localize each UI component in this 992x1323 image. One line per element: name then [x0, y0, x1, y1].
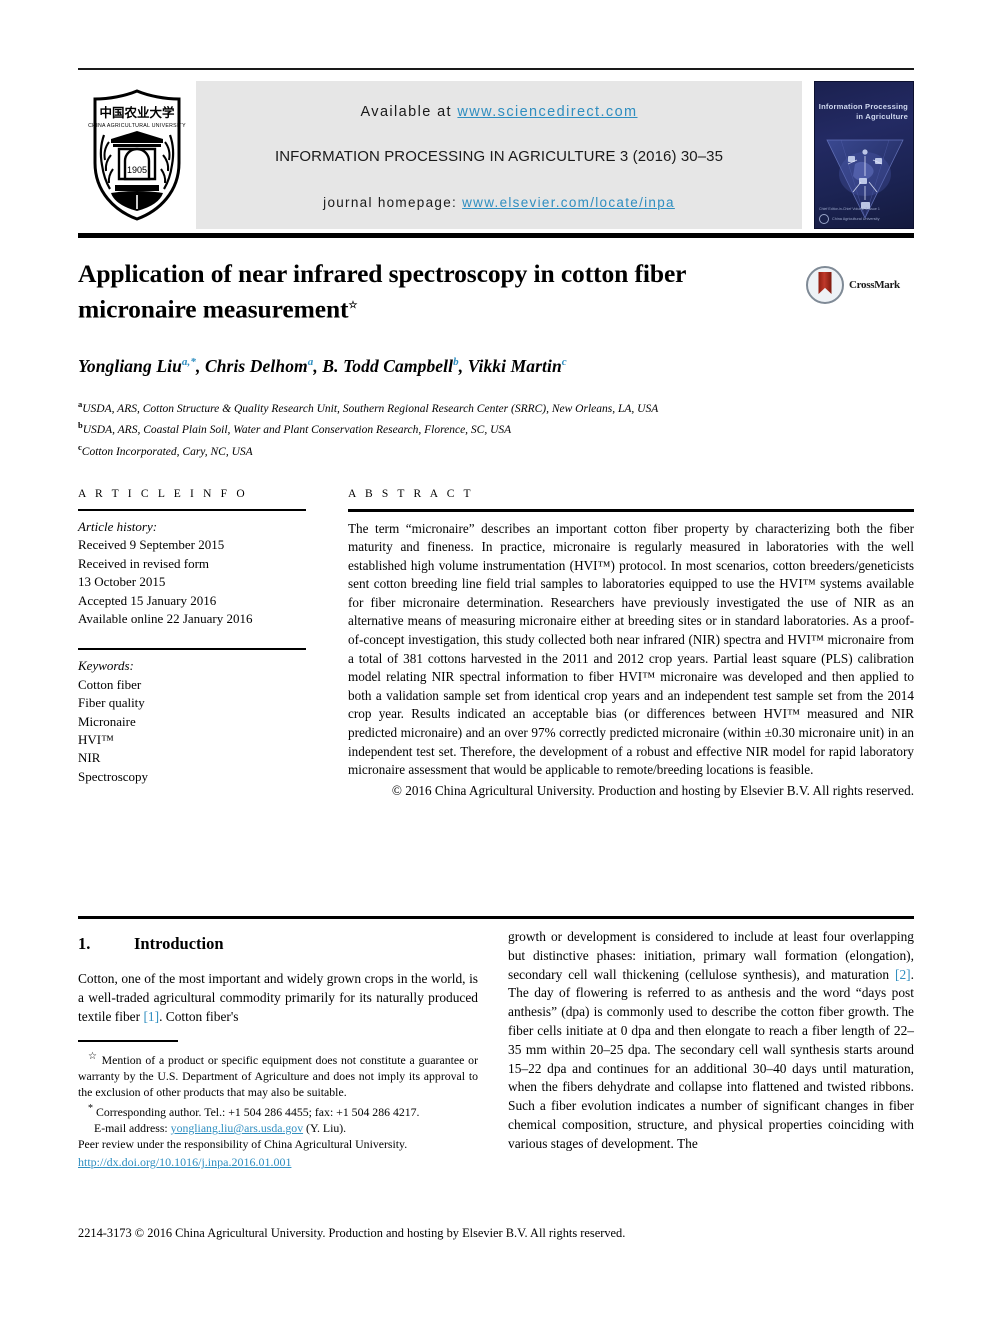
journal-homepage-link[interactable]: www.elsevier.com/locate/inpa — [462, 195, 675, 210]
author-affil-mark: b — [453, 356, 459, 369]
keyword-item: HVI™ — [78, 732, 114, 748]
keyword-item: Micronaire — [78, 713, 136, 729]
page-title: Application of near infrared spectroscop… — [78, 258, 778, 326]
author-item: Yongliang Liua,*, — [78, 356, 201, 376]
keyword-item: NIR — [78, 750, 101, 766]
author-item: Vikki Martinc — [468, 356, 567, 376]
header-top-rule — [78, 68, 914, 70]
email-suffix: (Y. Liu). — [306, 1121, 347, 1136]
email-label: E-mail address: — [94, 1121, 168, 1136]
footnote-corr-text: Corresponding author. Tel.: +1 504 286 4… — [95, 1104, 420, 1119]
footnote-corr-mark: * — [88, 1102, 93, 1114]
available-at-label: Available at — [360, 103, 458, 120]
crossmark-badge[interactable]: CrossMark — [806, 266, 900, 304]
article-history-item: Available online 22 January 2016 — [78, 611, 253, 627]
affiliation-item: cCotton Incorporated, Cary, NC, USA — [78, 439, 918, 460]
affiliation-text: USDA, ARS, Cotton Structure & Quality Re… — [82, 402, 659, 415]
author-item: Chris Delhoma, — [204, 356, 318, 376]
cover-badge-label: China Agricultural University — [832, 217, 880, 221]
article-history-block: Article history: Received 9 September 20… — [78, 511, 306, 628]
keyword-item: Spectroscopy — [78, 768, 149, 784]
body-column-left: 1. Introduction Cotton, one of the most … — [78, 928, 478, 1026]
issn-copyright-line: 2214-3173 © 2016 China Agricultural Univ… — [78, 1226, 626, 1240]
sciencedirect-link[interactable]: www.sciencedirect.com — [457, 104, 637, 120]
footnote-star-mark: ☆ — [88, 1050, 98, 1062]
author-name: Yongliang Liu — [78, 356, 182, 376]
cover-title: Information Processing in Agriculture — [818, 102, 908, 121]
footnote-corresponding: * Corresponding author. Tel.: +1 504 286… — [78, 1101, 478, 1120]
crossmark-icon — [806, 266, 844, 304]
svg-text:1905: 1905 — [127, 165, 147, 175]
china-agricultural-university-shield-icon: 中国农业大学 CHINA AGRICULTURAL UNIVERSITY 190… — [88, 89, 186, 221]
crossmark-label: CrossMark — [849, 279, 900, 291]
article-info-heading: A R T I C L E I N F O — [78, 488, 248, 500]
article-history-item: Received 9 September 2015 — [78, 537, 225, 553]
footnote-star: ☆ Mention of a product or specific equip… — [78, 1049, 478, 1101]
author-affil-mark: a — [307, 356, 314, 369]
citation-ref-2[interactable]: [2] — [895, 967, 911, 982]
body-separator-rule — [78, 916, 914, 919]
cover-publisher-badge: China Agricultural University — [819, 214, 879, 224]
abstract-column: A B S T R A C T The term “micronaire” de… — [348, 488, 914, 800]
journal-cover-image: Information Processing in Agriculture Ch… — [814, 81, 914, 229]
keywords-label: Keywords: — [78, 658, 134, 674]
author-name: Vikki Martin — [467, 356, 562, 376]
publisher-logo: 中国农业大学 CHINA AGRICULTURAL UNIVERSITY 190… — [78, 81, 196, 229]
footnote-email: E-mail address: yongliang.liu@ars.usda.g… — [78, 1120, 478, 1136]
intro-paragraph-right: growth or development is considered to i… — [508, 929, 914, 1151]
svg-text:CHINA AGRICULTURAL UNIVERSITY: CHINA AGRICULTURAL UNIVERSITY — [88, 123, 186, 129]
crossmark-ribbon-icon — [818, 272, 832, 294]
journal-running-head: INFORMATION PROCESSING IN AGRICULTURE 3 … — [274, 147, 724, 165]
author-affil-mark: c — [561, 356, 567, 369]
svg-text:中国农业大学: 中国农业大学 — [99, 105, 175, 120]
article-info-column: A R T I C L E I N F O Article history: R… — [78, 488, 306, 786]
paper-page: 中国农业大学 CHINA AGRICULTURAL UNIVERSITY 190… — [0, 0, 992, 1323]
author-list: Yongliang Liua,*, Chris Delhoma, B. Todd… — [78, 356, 918, 377]
author-item: B. Todd Campbellb, — [322, 356, 464, 376]
body-column-right: growth or development is considered to i… — [508, 928, 914, 1154]
page-title-text: Application of near infrared spectroscop… — [78, 259, 686, 324]
cover-footer-text: Chief Editor-in-Chief Volume 3 Issue 1 — [819, 207, 880, 211]
journal-homepage-line: journal homepage: www.elsevier.com/locat… — [323, 195, 675, 210]
email-link[interactable]: yongliang.liu@ars.usda.gov — [171, 1121, 303, 1135]
abstract-heading: A B S T R A C T — [348, 488, 474, 500]
footnote-star-text: Mention of a product or specific equipme… — [78, 1052, 478, 1100]
keyword-item: Cotton fiber — [78, 676, 142, 692]
abstract-copyright: © 2016 China Agricultural University. Pr… — [391, 782, 914, 798]
journal-header: 中国农业大学 CHINA AGRICULTURAL UNIVERSITY 190… — [78, 68, 914, 238]
citation-ref-1[interactable]: [1] — [143, 1009, 159, 1024]
title-block: Application of near infrared spectroscop… — [78, 258, 778, 326]
author-name: B. Todd Campbell — [322, 356, 454, 376]
affiliation-item: bUSDA, ARS, Coastal Plain Soil, Water an… — [78, 417, 918, 438]
section-title: Introduction — [134, 934, 224, 953]
footnote-peer-review: Peer review under the responsibility of … — [78, 1137, 408, 1152]
affiliation-text: Cotton Incorporated, Cary, NC, USA — [81, 445, 253, 458]
affiliation-item: aUSDA, ARS, Cotton Structure & Quality R… — [78, 396, 918, 417]
keyword-item: Fiber quality — [78, 695, 145, 711]
title-footnote-mark: ☆ — [348, 300, 358, 311]
affiliation-list: aUSDA, ARS, Cotton Structure & Quality R… — [78, 396, 918, 460]
journal-cover-thumbnail: Information Processing in Agriculture Ch… — [814, 81, 914, 229]
article-history-item: Received in revised form — [78, 555, 210, 571]
footnote-rule — [78, 1040, 178, 1042]
author-affil-mark: a,* — [181, 356, 196, 369]
abstract-text: The term “micronaire” describes an impor… — [348, 520, 914, 778]
article-history-item: Accepted 15 January 2016 — [78, 592, 217, 608]
cover-badge-ring-icon — [819, 214, 829, 224]
header-bottom-rule — [78, 233, 914, 238]
header-row: 中国农业大学 CHINA AGRICULTURAL UNIVERSITY 190… — [78, 81, 914, 229]
author-name: Chris Delhom — [204, 356, 308, 376]
intro-paragraph-left: Cotton, one of the most important and wi… — [78, 971, 478, 1024]
section-heading: 1. Introduction — [78, 934, 478, 954]
article-history-item: 13 October 2015 — [78, 574, 166, 590]
journal-homepage-label: journal homepage: — [323, 194, 463, 210]
article-history-label: Article history: — [78, 519, 158, 534]
footnote-block: ☆ Mention of a product or specific equip… — [78, 1040, 478, 1171]
available-at-line: Available at www.sciencedirect.com — [360, 104, 637, 120]
section-number: 1. — [78, 934, 91, 953]
affiliation-text: USDA, ARS, Coastal Plain Soil, Water and… — [82, 424, 512, 437]
header-banner-text: Available at www.sciencedirect.com INFOR… — [196, 81, 802, 229]
keywords-block: Keywords: Cotton fiber Fiber quality Mic… — [78, 650, 306, 786]
doi-link[interactable]: http://dx.doi.org/10.1016/j.inpa.2016.01… — [78, 1155, 291, 1169]
